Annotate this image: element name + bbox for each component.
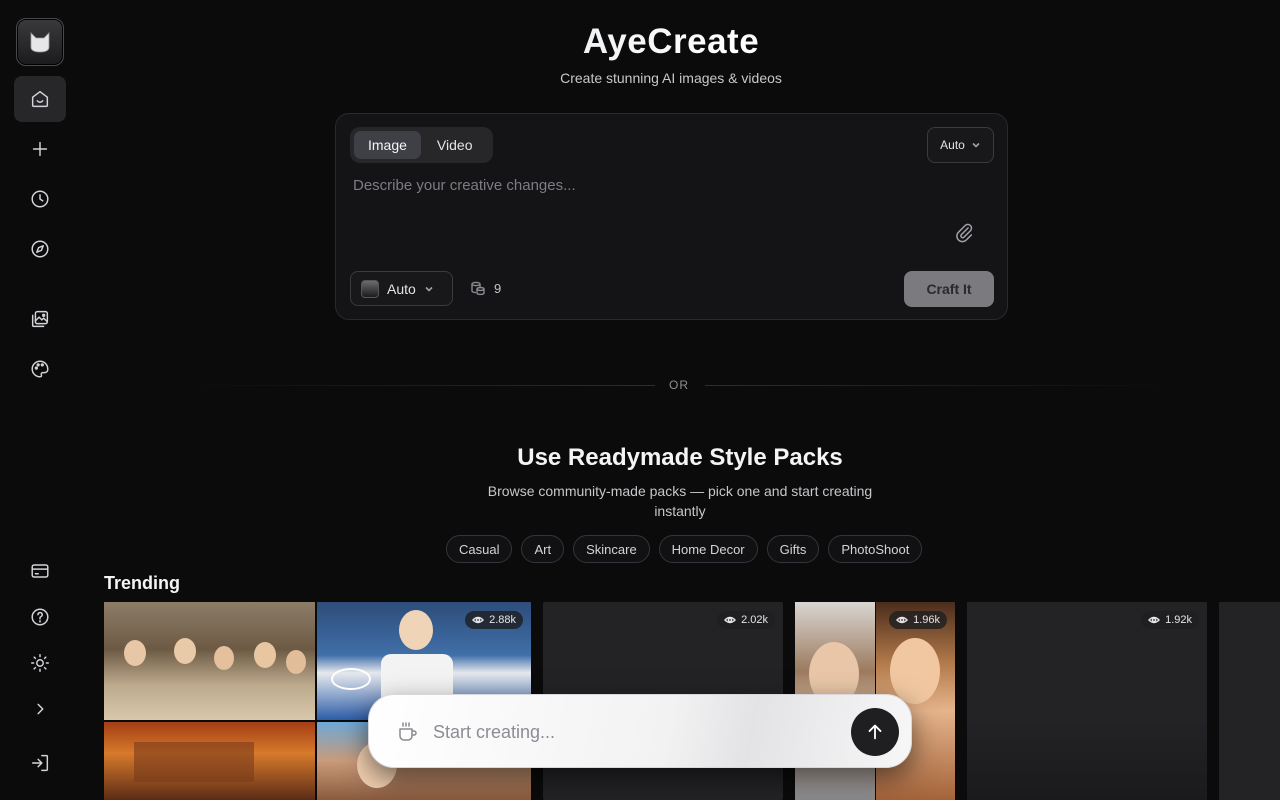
app-subtitle: Create stunning AI images & videos bbox=[560, 70, 782, 86]
card-image bbox=[104, 722, 315, 800]
plus-icon bbox=[32, 141, 48, 157]
trending-card[interactable]: 1.92k bbox=[967, 602, 1207, 800]
view-count: 1.96k bbox=[913, 614, 940, 626]
sun-icon bbox=[31, 654, 49, 672]
category-chip-skincare[interactable]: Skincare bbox=[573, 535, 650, 563]
divider-line-right bbox=[705, 385, 1180, 386]
model-value: Auto bbox=[387, 280, 416, 297]
quick-prompt-input[interactable] bbox=[433, 717, 833, 747]
app-title: AyeCreate bbox=[0, 22, 1280, 62]
view-count: 1.92k bbox=[1165, 614, 1192, 626]
model-thumbnail bbox=[361, 279, 379, 298]
credit-count: 9 bbox=[494, 280, 502, 296]
sidebar-item-gallery[interactable] bbox=[14, 296, 66, 342]
credit-cost: 9 bbox=[470, 280, 501, 296]
sidebar-item-history[interactable] bbox=[14, 176, 66, 222]
sidebar-item-styles[interactable] bbox=[14, 346, 66, 392]
category-chips: Casual Art Skincare Home Decor Gifts Pho… bbox=[446, 535, 923, 563]
view-count: 2.88k bbox=[489, 614, 516, 626]
compass-icon bbox=[31, 240, 49, 258]
aspect-ratio-value: Auto bbox=[940, 138, 965, 152]
eye-icon bbox=[472, 616, 485, 624]
clock-icon bbox=[31, 190, 49, 208]
category-chip-art[interactable]: Art bbox=[521, 535, 565, 563]
attach-button[interactable] bbox=[953, 221, 977, 245]
prompt-input[interactable] bbox=[353, 172, 933, 198]
view-count-badge: 1.96k bbox=[889, 611, 947, 629]
trending-heading: Trending bbox=[104, 573, 180, 593]
sidebar-item-billing[interactable] bbox=[14, 548, 66, 594]
card-image bbox=[104, 602, 315, 720]
chevron-down-icon bbox=[425, 286, 433, 292]
composer-card: Image Video Auto Auto 9 Craft It bbox=[335, 113, 1008, 320]
eye-icon bbox=[896, 616, 909, 624]
mode-video-tab[interactable]: Video bbox=[423, 131, 487, 159]
mode-toggle: Image Video bbox=[350, 127, 493, 163]
home-icon bbox=[31, 90, 49, 108]
category-chip-casual[interactable]: Casual bbox=[446, 535, 513, 563]
gallery-icon bbox=[31, 310, 49, 328]
sidebar bbox=[0, 0, 80, 800]
sidebar-item-help[interactable] bbox=[14, 594, 66, 640]
mode-image-tab[interactable]: Image bbox=[354, 131, 421, 159]
craft-it-button[interactable]: Craft It bbox=[904, 271, 994, 307]
eye-icon bbox=[1148, 616, 1161, 624]
sidebar-item-explore[interactable] bbox=[14, 226, 66, 272]
view-count-badge: 1.92k bbox=[1141, 611, 1199, 629]
theme-toggle[interactable] bbox=[14, 640, 66, 686]
sidebar-item-new[interactable] bbox=[14, 126, 66, 172]
eye-icon bbox=[724, 616, 737, 624]
category-chip-photoshoot[interactable]: PhotoShoot bbox=[828, 535, 923, 563]
paperclip-icon bbox=[956, 223, 973, 243]
coins-icon bbox=[471, 281, 485, 296]
style-packs-title: Use Readymade Style Packs bbox=[517, 444, 843, 471]
divider-line-left bbox=[180, 385, 655, 386]
category-chip-gifts[interactable]: Gifts bbox=[766, 535, 820, 563]
login-icon bbox=[31, 754, 49, 772]
palette-icon bbox=[31, 360, 49, 378]
view-count-badge: 2.88k bbox=[465, 611, 523, 629]
quick-prompt-bar bbox=[368, 694, 912, 768]
send-button[interactable] bbox=[851, 708, 899, 756]
help-icon bbox=[31, 608, 49, 626]
style-packs-subtitle: Browse community-made packs — pick one a… bbox=[487, 483, 873, 519]
credit-card-icon bbox=[31, 564, 49, 578]
cup-icon bbox=[395, 720, 419, 744]
chevron-right-icon bbox=[37, 703, 44, 715]
view-count: 2.02k bbox=[741, 614, 768, 626]
login-button[interactable] bbox=[14, 740, 66, 786]
category-chip-home-decor[interactable]: Home Decor bbox=[658, 535, 758, 563]
or-divider-label: OR bbox=[669, 378, 689, 392]
expand-sidebar-button[interactable] bbox=[14, 686, 66, 732]
model-select[interactable]: Auto bbox=[350, 271, 453, 306]
aspect-ratio-select[interactable]: Auto bbox=[927, 127, 994, 163]
arrow-up-icon bbox=[868, 724, 882, 740]
chevron-down-icon bbox=[972, 142, 980, 148]
trending-card[interactable] bbox=[1219, 602, 1280, 800]
view-count-badge: 2.02k bbox=[717, 611, 775, 629]
